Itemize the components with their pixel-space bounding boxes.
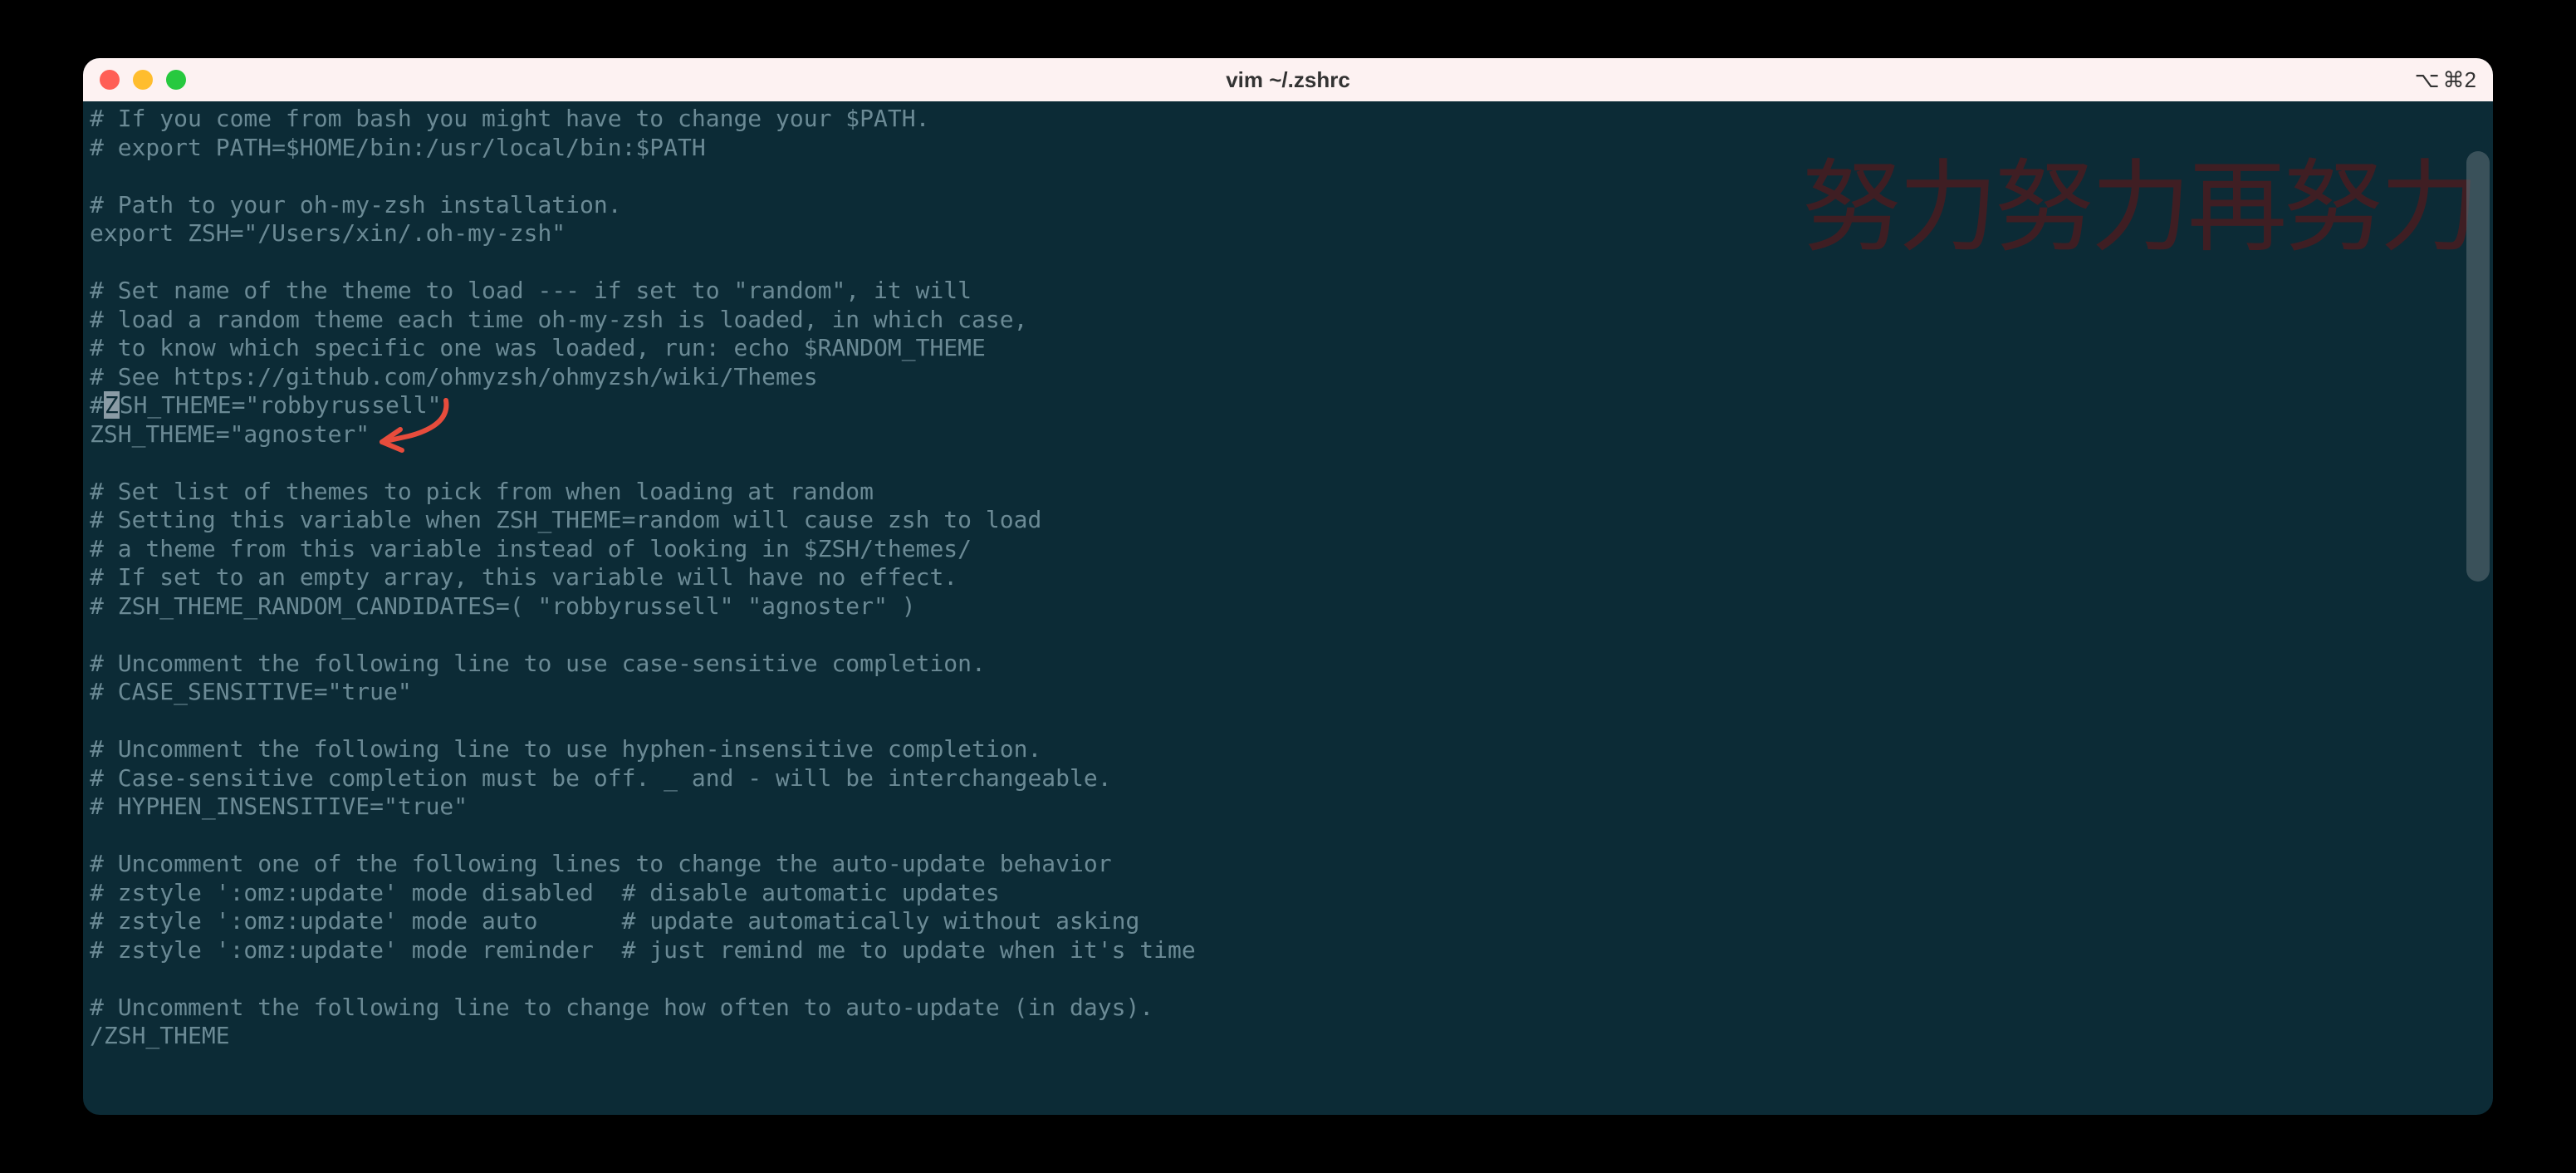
editor-line: # export PATH=$HOME/bin:/usr/local/bin:$… (90, 134, 2486, 163)
editor-line: #ZSH_THEME="robbyrussell" (90, 391, 2486, 420)
editor-line: # If you come from bash you might have t… (90, 105, 2486, 134)
editor-line (90, 707, 2486, 736)
editor-line: export ZSH="/Users/xin/.oh-my-zsh" (90, 219, 2486, 248)
scrollbar-thumb[interactable] (2466, 151, 2490, 582)
editor-line: # Setting this variable when ZSH_THEME=r… (90, 506, 2486, 535)
pane-indicator: ⌥⌘2 (2415, 67, 2476, 93)
editor-line: # CASE_SENSITIVE="true" (90, 678, 2486, 707)
titlebar: vim ~/.zshrc ⌥⌘2 (83, 58, 2493, 101)
editor-line: # Set list of themes to pick from when l… (90, 478, 2486, 507)
vim-editor[interactable]: # If you come from bash you might have t… (83, 101, 2493, 1054)
editor-line (90, 621, 2486, 650)
vim-cursor: Z (104, 391, 120, 419)
minimize-button[interactable] (133, 70, 153, 90)
editor-line: # a theme from this variable instead of … (90, 535, 2486, 564)
command-pane-label: ⌘2 (2443, 67, 2476, 93)
editor-line (90, 964, 2486, 994)
terminal-window: vim ~/.zshrc ⌥⌘2 努力努力再努力 # If you come f… (83, 58, 2493, 1115)
editor-line: # If set to an empty array, this variabl… (90, 563, 2486, 592)
editor-line: # to know which specific one was loaded,… (90, 334, 2486, 363)
editor-line (90, 449, 2486, 478)
maximize-button[interactable] (166, 70, 186, 90)
editor-line: # HYPHEN_INSENSITIVE="true" (90, 793, 2486, 822)
editor-line (90, 822, 2486, 851)
editor-line: # zstyle ':omz:update' mode auto # updat… (90, 907, 2486, 936)
editor-line: # Path to your oh-my-zsh installation. (90, 191, 2486, 220)
editor-line: # Uncomment the following line to use hy… (90, 735, 2486, 764)
editor-line (90, 162, 2486, 191)
traffic-lights (100, 70, 186, 90)
editor-line: # Case-sensitive completion must be off.… (90, 764, 2486, 793)
terminal-content[interactable]: 努力努力再努力 # If you come from bash you migh… (83, 101, 2493, 1115)
window-title: vim ~/.zshrc (1226, 67, 1350, 93)
editor-line: # Uncomment the following line to change… (90, 994, 2486, 1023)
editor-line: # Uncomment one of the following lines t… (90, 850, 2486, 879)
option-key-icon: ⌥ (2415, 67, 2440, 93)
editor-line: # Uncomment the following line to use ca… (90, 650, 2486, 679)
editor-line (90, 248, 2486, 277)
editor-line: # load a random theme each time oh-my-zs… (90, 306, 2486, 335)
scrollbar[interactable] (2466, 151, 2490, 1108)
editor-line: # ZSH_THEME_RANDOM_CANDIDATES=( "robbyru… (90, 592, 2486, 621)
editor-line: # zstyle ':omz:update' mode disabled # d… (90, 879, 2486, 908)
editor-line: # See https://github.com/ohmyzsh/ohmyzsh… (90, 363, 2486, 392)
vim-command-line[interactable]: /ZSH_THEME (90, 1022, 2486, 1051)
editor-line: # Set name of the theme to load --- if s… (90, 277, 2486, 306)
editor-line: # zstyle ':omz:update' mode reminder # j… (90, 936, 2486, 965)
editor-line: ZSH_THEME="agnoster" (90, 420, 2486, 449)
close-button[interactable] (100, 70, 120, 90)
